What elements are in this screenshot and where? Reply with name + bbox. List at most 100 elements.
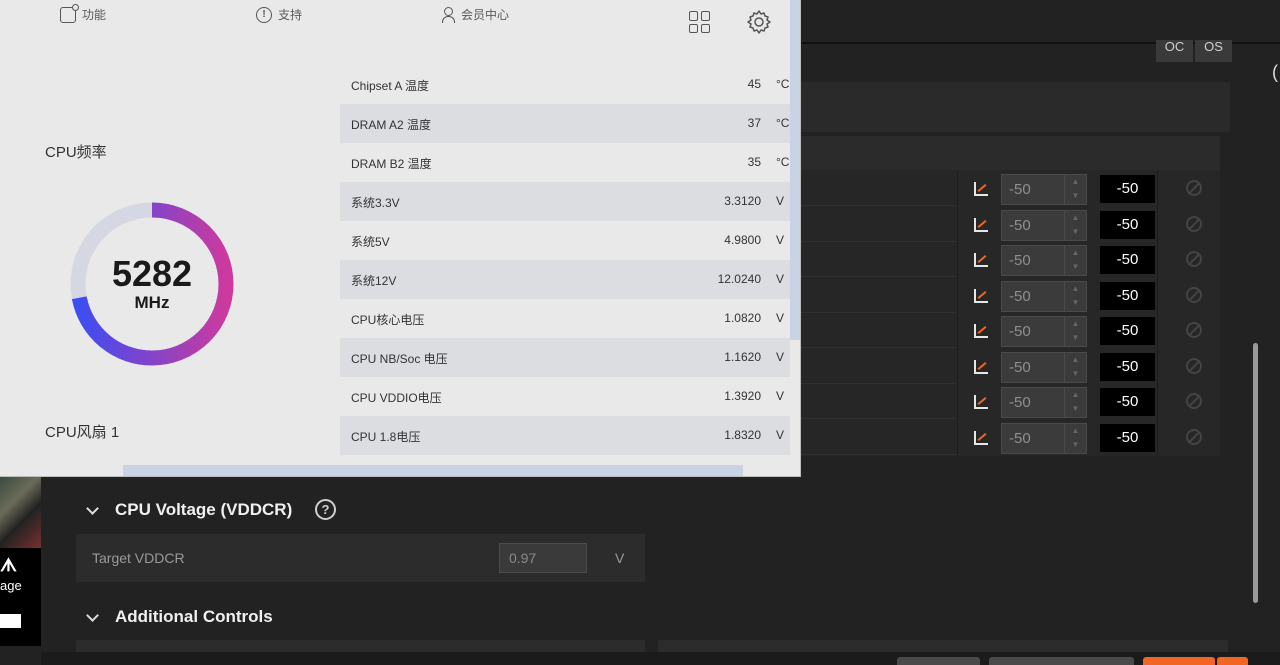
amd-logo: ᗑ [0,555,17,575]
voltage-section-header[interactable]: CPU Voltage (VDDCR) [84,500,292,520]
core-offset-value: -50 [1100,210,1155,239]
apply-button[interactable] [1143,657,1215,665]
core-offset-stepper-value: -50 [1009,358,1031,376]
core-grid-header [800,136,1220,170]
apply-dropdown-button[interactable] [1217,657,1248,665]
stepper-arrows-icon[interactable]: ▲ ▼ [1064,175,1086,204]
sensor-name: DRAM B2 温度 [351,157,432,171]
disable-icon[interactable] [1186,215,1202,232]
sensor-name: Chipset A 温度 [351,79,430,93]
core-offset-stepper-value: -50 [1009,394,1031,411]
disable-icon[interactable] [1186,322,1202,338]
core-offset-stepper-value: -50 [1009,287,1031,305]
ad-banner[interactable]: ᗑ age [0,476,41,646]
core-offset-stepper[interactable]: -50 ▲ ▼ [1001,387,1087,418]
sensor-name: CPU VDDIO电压 [351,391,442,405]
curve-optimizer-icon[interactable] [974,288,988,303]
monitor-overlay-window: 功能 ! 支持 会员中心 CPU频率 5282 MHz CPU风扇 1 Chip… [0,0,801,477]
disable-icon[interactable] [1186,286,1202,303]
curve-optimizer-icon[interactable] [974,395,988,409]
additional-row-right [658,640,1228,652]
core-offset-stepper[interactable]: -50 ▲ ▼ [1001,280,1087,312]
nav-member-label: 会员中心 [461,8,510,22]
overlay-scrollbar[interactable] [790,0,800,340]
target-vddcr-input[interactable]: 0.97 [499,543,587,573]
chevron-down-icon [86,608,99,622]
chevron-down-icon [86,501,99,515]
footer-button-2[interactable] [989,657,1134,665]
sensor-row: CPU VDDIO电压 1.3920 V [340,377,790,416]
curve-optimizer-icon[interactable] [974,253,988,267]
stepper-arrows-icon[interactable]: ▲ ▼ [1064,423,1086,453]
disable-icon[interactable] [1186,393,1202,409]
sensor-name: DRAM A2 温度 [351,118,432,132]
curve-optimizer-icon[interactable] [974,324,988,338]
sensor-value: 3.3120 [724,194,761,208]
sensor-name: CPU 1.8电压 [351,430,421,444]
target-vddcr-row: Target VDDCR 0.97 V [76,534,645,582]
sensor-value: 12.0240 [717,272,761,286]
target-vddcr-label: Target VDDCR [92,550,185,566]
curve-optimizer-icon[interactable] [974,217,988,232]
disable-icon[interactable] [1186,357,1202,374]
disable-icon[interactable] [1186,428,1202,445]
header-panel [800,82,1230,132]
cpu-frequency-value: 5282 [111,253,193,294]
core-offset-stepper[interactable]: -50 ▲ ▼ [1001,351,1087,383]
sensor-unit: °C [776,77,790,91]
nav-function-label: 功能 [82,8,107,22]
gear-icon[interactable] [746,9,772,35]
core-offset-stepper[interactable]: -50 ▲ ▼ [1001,174,1087,205]
additional-controls-title: Additional Controls [115,607,273,626]
ad-text: age [0,578,22,593]
sensor-unit: V [776,233,785,247]
core-offset-stepper[interactable]: -50 ▲ ▼ [1001,316,1087,347]
sensor-name: 系统5V [351,235,390,249]
stepper-arrows-icon[interactable]: ▲ ▼ [1064,210,1086,240]
sensor-unit: V [776,350,785,364]
oc-mode-button[interactable]: OC [1156,40,1193,62]
core-offset-value: -50 [1100,175,1155,203]
stepper-arrows-icon[interactable]: ▲ ▼ [1064,388,1086,417]
nav-support[interactable]: ! 支持 [256,6,302,23]
sensor-name: 系统12V [351,274,397,288]
sensor-value: 35 [747,155,761,169]
additional-controls-header[interactable]: Additional Controls [84,607,273,627]
edge-icon: ( [1272,62,1278,82]
core-offset-stepper-value: -50 [1009,252,1031,269]
core-offset-stepper[interactable]: -50 ▲ ▼ [1001,422,1087,454]
grid-view-icon[interactable] [689,11,711,33]
core-offset-value: -50 [1100,388,1155,416]
curve-optimizer-icon[interactable] [974,182,988,196]
disable-icon[interactable] [1186,251,1202,267]
footer-button-1[interactable] [897,657,980,665]
ad-image [0,476,41,548]
nav-member[interactable]: 会员中心 [441,6,509,23]
sensor-row: CPU核心电压 1.0820 V [340,299,790,338]
help-icon[interactable]: ? [315,499,336,520]
sensor-name: CPU核心电压 [351,313,425,327]
sensor-unit: V [776,272,785,286]
stepper-arrows-icon[interactable]: ▲ ▼ [1064,317,1086,346]
scrollbar-thumb[interactable] [1253,343,1258,603]
core-offset-stepper-value: -50 [1009,429,1031,447]
curve-optimizer-icon[interactable] [974,359,988,374]
core-offset-stepper[interactable]: -50 ▲ ▼ [1001,209,1087,241]
ad-button[interactable] [0,614,21,628]
stepper-arrows-icon[interactable]: ▲ ▼ [1064,352,1086,382]
stepper-arrows-icon[interactable]: ▲ ▼ [1064,281,1086,311]
core-offset-stepper[interactable]: -50 ▲ ▼ [1001,245,1087,276]
cpu-frequency-label: CPU频率 [45,144,107,161]
voltage-section-title: CPU Voltage (VDDCR) [115,500,293,519]
sensor-value: 45 [747,77,761,91]
overlay-horizontal-scrollbar[interactable] [123,465,743,476]
sensor-unit: V [776,389,785,403]
os-mode-button[interactable]: OS [1195,40,1232,62]
curve-optimizer-icon[interactable] [974,430,988,445]
nav-function[interactable]: 功能 [60,3,107,23]
stepper-arrows-icon[interactable]: ▲ ▼ [1064,246,1086,275]
core-offset-value: -50 [1100,317,1155,345]
core-offset-value: -50 [1100,281,1155,310]
additional-row-left [76,640,645,652]
disable-icon[interactable] [1186,180,1202,196]
